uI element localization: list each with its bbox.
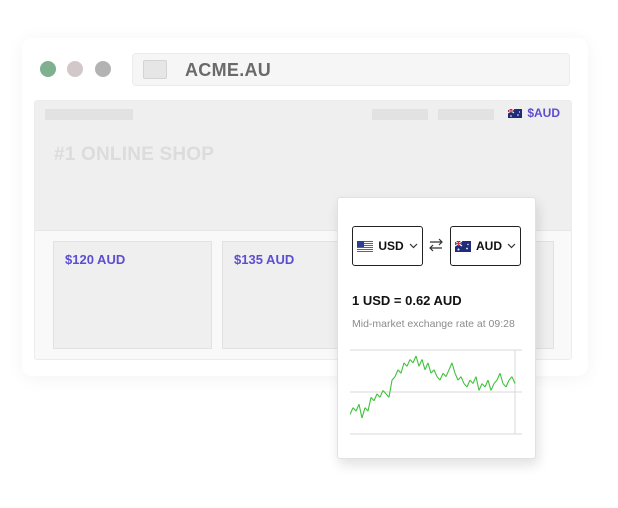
chart-line-segment: [379, 390, 384, 398]
chart-line-segment: [469, 379, 474, 384]
url-text[interactable]: ACME.AU: [185, 60, 271, 81]
chart-line-segment: [481, 383, 486, 388]
chart-line-segment: [487, 379, 492, 391]
chart-line-segment: [397, 369, 402, 374]
exchange-rate-note: Mid-market exchange rate at 09:28: [352, 318, 515, 330]
chart-line-segment: [388, 380, 393, 398]
chart-line-segment: [484, 379, 489, 388]
chart-line-segment: [475, 376, 480, 391]
chart-line-segment: [466, 379, 471, 388]
chevron-down-icon: [409, 243, 418, 249]
chart-line-segment: [373, 393, 378, 401]
to-currency-code: AUD: [476, 239, 502, 253]
chart-line-segment: [406, 359, 411, 367]
chart-line-segment: [361, 407, 366, 419]
chart-line-segment: [436, 376, 441, 381]
chart-line-segment: [350, 407, 354, 415]
rate-history-chart: [350, 349, 522, 435]
chart-line-segment: [502, 383, 507, 388]
chart-line-segment: [424, 362, 429, 370]
australia-flag-icon: [508, 108, 523, 118]
product-price: $135 AUD: [234, 252, 295, 267]
chart-line-segment: [430, 369, 435, 374]
chart-line-segment: [370, 396, 375, 402]
shop-title: #1 ONLINE SHOP: [54, 144, 215, 165]
window-maximize-button[interactable]: [95, 61, 111, 77]
chart-line-segment: [394, 369, 399, 377]
from-currency-select[interactable]: USD: [352, 226, 423, 266]
chart-line-segment: [496, 373, 501, 381]
currency-badge-label: $AUD: [527, 106, 560, 120]
chart-line-segment: [457, 376, 462, 381]
chart-line-segment: [352, 407, 357, 412]
swap-arrows-icon[interactable]: [427, 236, 445, 254]
chart-line-segment: [499, 373, 504, 384]
chart-line-segment: [505, 379, 510, 388]
chart-line-segment: [391, 376, 396, 381]
chart-line-segment: [403, 362, 408, 367]
chart-line-segment: [439, 373, 444, 381]
favicon-icon: [143, 60, 167, 79]
exchange-rate: 1 USD = 0.62 AUD: [352, 293, 462, 308]
chart-line-segment: [490, 383, 495, 391]
nav-placeholder[interactable]: [372, 109, 428, 120]
chart-line-segment: [400, 362, 405, 374]
chart-line-segment: [412, 355, 417, 364]
chart-line-segment: [478, 383, 483, 391]
chart-line-segment: [472, 376, 477, 384]
chart-line-segment: [454, 373, 459, 381]
to-currency-select[interactable]: AUD: [450, 226, 521, 266]
from-currency-code: USD: [378, 239, 404, 253]
product-card[interactable]: $120 AUD: [53, 241, 212, 349]
chevron-down-icon: [507, 243, 516, 249]
chart-line-segment: [376, 393, 381, 398]
chart-line-segment: [418, 359, 423, 367]
chart-line-segment: [367, 397, 372, 412]
chart-line-segment: [508, 376, 513, 381]
chart-line-segment: [355, 404, 360, 412]
chart-line-segment: [463, 383, 468, 388]
chart-line-segment: [451, 362, 456, 374]
chart-line-segment: [409, 359, 414, 364]
window-minimize-button[interactable]: [67, 61, 83, 77]
chart-line-segment: [358, 404, 363, 419]
window-close-button[interactable]: [40, 61, 56, 77]
us-flag-icon: [357, 240, 374, 252]
currency-converter-widget: USD AUD 1 USD = 0.62 AUD Mid-market exch…: [337, 197, 536, 459]
chart-line-segment: [442, 372, 447, 378]
chart-line-segment: [415, 355, 420, 367]
nav-placeholder: [45, 109, 133, 120]
address-bar[interactable]: ACME.AU: [132, 53, 570, 86]
chart-line-segment: [427, 362, 432, 374]
currency-selector[interactable]: $AUD: [508, 106, 560, 120]
chart-line-segment: [460, 376, 465, 384]
australia-flag-icon: [455, 240, 471, 252]
chart-line-segment: [445, 369, 450, 377]
chart-line-segment: [433, 369, 438, 377]
chart-line-segment: [448, 362, 453, 370]
product-price: $120 AUD: [65, 252, 126, 267]
nav-placeholder[interactable]: [438, 109, 494, 120]
chart-line-segment: [421, 359, 426, 370]
chart-line-segment: [493, 379, 498, 384]
